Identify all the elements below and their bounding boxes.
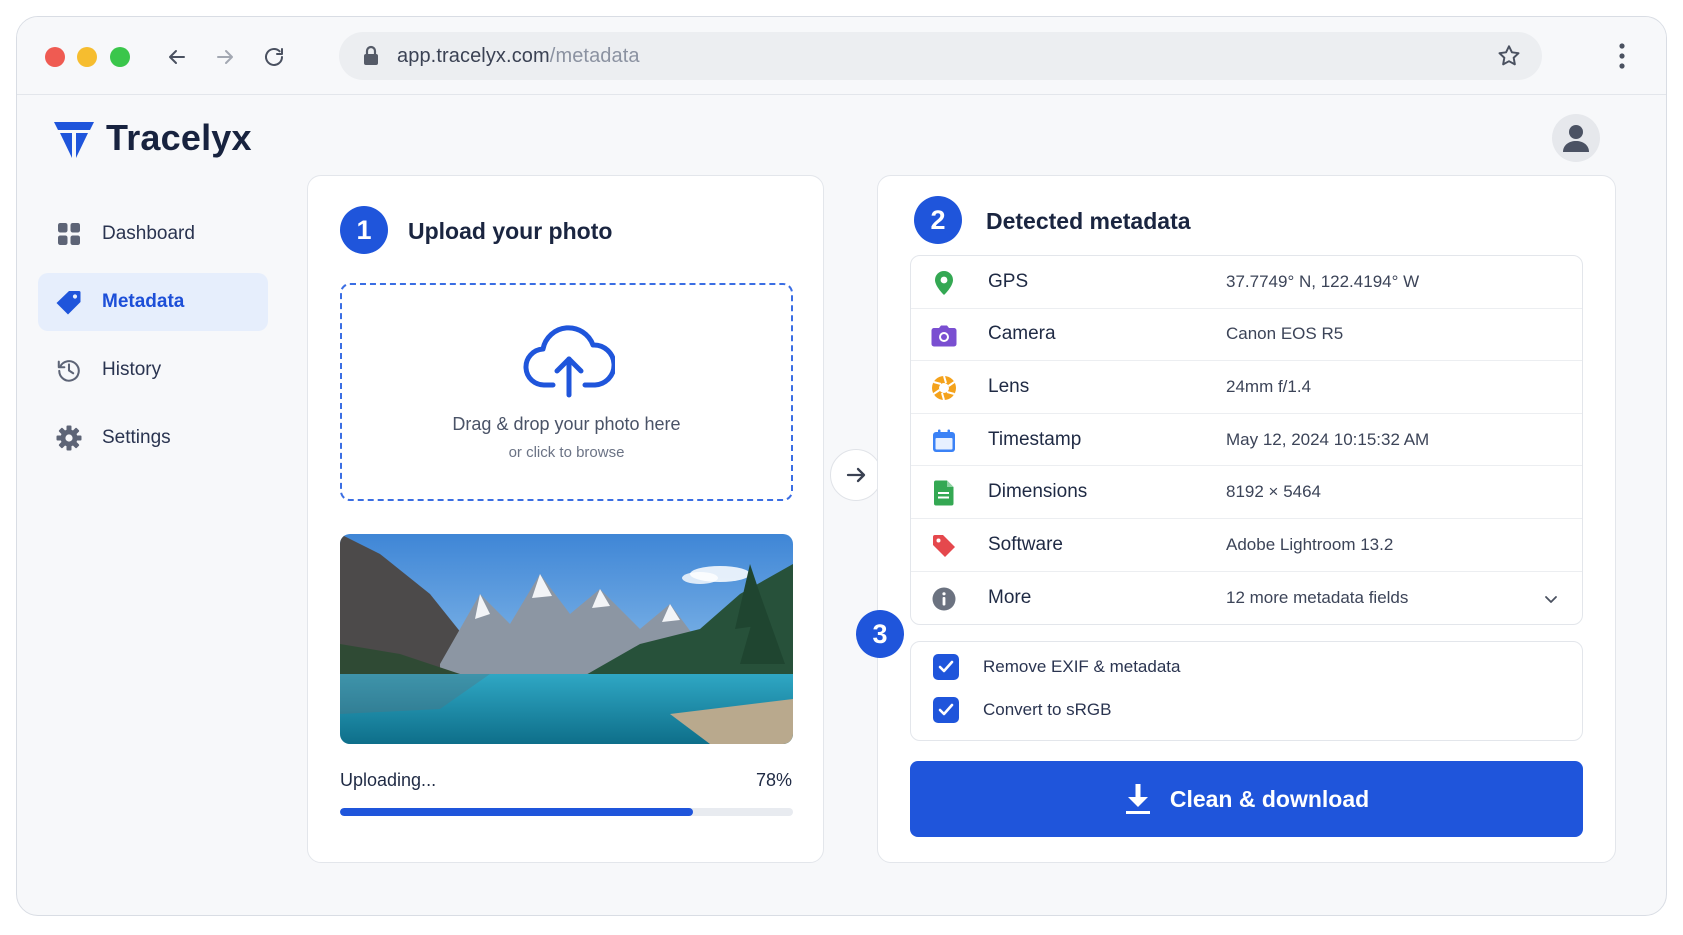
dashboard-grid-icon (56, 221, 82, 247)
bookmark-star-icon[interactable] (1496, 43, 1522, 69)
metadata-card: 2 Detected metadata GPS 37.7749° N, 122.… (856, 175, 1616, 863)
tag-icon (56, 289, 82, 315)
map-pin-icon (931, 270, 957, 296)
metadata-value: 24mm f/1.4 (1226, 376, 1312, 396)
photo-dropzone[interactable]: Drag & drop your photo here or click to … (340, 283, 793, 501)
camera-icon (931, 323, 957, 349)
step-2-badge: 2 (914, 196, 962, 244)
sidebar-item-label: History (102, 359, 162, 380)
step-1-badge: 1 (340, 206, 388, 254)
convert-srgb-checkbox[interactable] (933, 697, 959, 723)
reload-icon[interactable] (260, 43, 288, 71)
lock-icon (364, 45, 378, 65)
dropzone-instruction: Drag & drop your photo here (452, 414, 681, 434)
metadata-value: 8192 × 5464 (1226, 482, 1322, 502)
cloud-upload-icon (523, 325, 615, 398)
upload-progress-fill (340, 808, 694, 816)
metadata-value: May 12, 2024 10:15:32 AM (1226, 429, 1430, 449)
uploaded-photo-preview (340, 534, 793, 744)
metadata-key: More (988, 586, 1032, 608)
metadata-row-gps: GPS 37.7749° N, 122.4194° W (911, 256, 1582, 309)
metadata-row-dimensions: Dimensions 8192 × 5464 (911, 466, 1582, 519)
browser-menu-icon[interactable] (1617, 41, 1627, 71)
tag-icon (931, 533, 957, 559)
history-clock-icon (56, 357, 82, 383)
metadata-row-timestamp: Timestamp May 12, 2024 10:15:32 AM (911, 414, 1582, 467)
convert-srgb-option[interactable]: Convert to sRGB (933, 697, 1112, 723)
minimize-window-button[interactable] (77, 47, 97, 67)
metadata-value: Canon EOS R5 (1226, 324, 1344, 344)
upload-status-label: Uploading... (340, 770, 437, 790)
sidebar-item-label: Metadata (102, 291, 185, 312)
sidebar-item-label: Settings (102, 427, 171, 448)
upload-card: 1 Upload your photo Drag & drop your pho… (307, 175, 824, 863)
cleaning-options: Remove EXIF & metadata Convert to sRGB (910, 641, 1583, 741)
maximize-window-button[interactable] (110, 47, 130, 67)
user-avatar[interactable] (1552, 114, 1600, 162)
back-arrow-icon[interactable] (163, 43, 191, 71)
metadata-row-camera: Camera Canon EOS R5 (911, 309, 1582, 362)
option-label: Remove EXIF & metadata (983, 657, 1181, 676)
browser-toolbar: app.tracelyx.com/metadata (17, 17, 1666, 95)
metadata-key: Timestamp (988, 428, 1082, 450)
remove-exif-checkbox[interactable] (933, 654, 959, 680)
metadata-row-software: Software Adobe Lightroom 13.2 (911, 519, 1582, 572)
sidebar-item-label: Dashboard (102, 223, 195, 244)
upload-title: Upload your photo (408, 218, 613, 244)
metadata-key: Lens (988, 375, 1030, 397)
sidebar-nav: Dashboard Metadata History Settings (38, 205, 268, 477)
url-path: /metadata (549, 45, 640, 67)
sidebar-item-metadata[interactable]: Metadata (38, 273, 268, 331)
document-icon (931, 480, 957, 506)
metadata-value: 12 more metadata fields (1226, 587, 1409, 607)
chevron-down-icon[interactable] (1542, 590, 1560, 608)
upload-progress-bar (340, 808, 793, 816)
close-window-button[interactable] (45, 47, 65, 67)
gear-icon (56, 425, 82, 451)
mountain-lake-image (340, 534, 793, 744)
metadata-value: 37.7749° N, 122.4194° W (1226, 271, 1420, 291)
sidebar-item-settings[interactable]: Settings (38, 409, 268, 467)
option-label: Convert to sRGB (983, 700, 1112, 719)
sidebar-item-history[interactable]: History (38, 341, 268, 399)
user-icon (1563, 125, 1589, 152)
metadata-row-more[interactable]: More 12 more metadata fields (911, 572, 1582, 625)
aperture-icon (931, 375, 957, 401)
upload-percent: 78% (755, 770, 792, 790)
forward-arrow-icon[interactable] (211, 43, 239, 71)
metadata-value: Adobe Lightroom 13.2 (1226, 534, 1394, 554)
metadata-key: GPS (988, 270, 1029, 292)
metadata-row-lens: Lens 24mm f/1.4 (911, 361, 1582, 414)
info-icon (931, 586, 957, 612)
url-text: app.tracelyx.com/metadata (397, 45, 640, 68)
address-bar[interactable]: app.tracelyx.com/metadata (339, 32, 1542, 80)
checkmark-icon (938, 660, 954, 673)
step-3-badge: 3 (856, 610, 904, 658)
metadata-table: GPS 37.7749° N, 122.4194° W Camera Canon… (910, 255, 1583, 626)
clean-download-button[interactable]: Clean & download (910, 761, 1583, 837)
checkmark-icon (938, 703, 954, 716)
app-logo[interactable]: Tracelyx (52, 116, 252, 160)
download-button-label: Clean & download (1169, 785, 1370, 812)
arrow-right-icon (846, 467, 866, 483)
browse-link[interactable]: or click to browse (342, 444, 791, 461)
calendar-icon (931, 428, 957, 454)
url-host: app.tracelyx.com (397, 45, 550, 67)
metadata-key: Software (988, 533, 1063, 555)
metadata-key: Camera (988, 323, 1056, 345)
download-icon (1125, 784, 1150, 814)
metadata-key: Dimensions (988, 481, 1088, 503)
sidebar-item-dashboard[interactable]: Dashboard (38, 205, 268, 263)
app-name: Tracelyx (106, 117, 252, 158)
remove-exif-option[interactable]: Remove EXIF & metadata (933, 654, 1180, 680)
metadata-title: Detected metadata (986, 208, 1191, 234)
tracelyx-logo-icon (54, 122, 94, 158)
next-step-arrow (830, 449, 882, 501)
